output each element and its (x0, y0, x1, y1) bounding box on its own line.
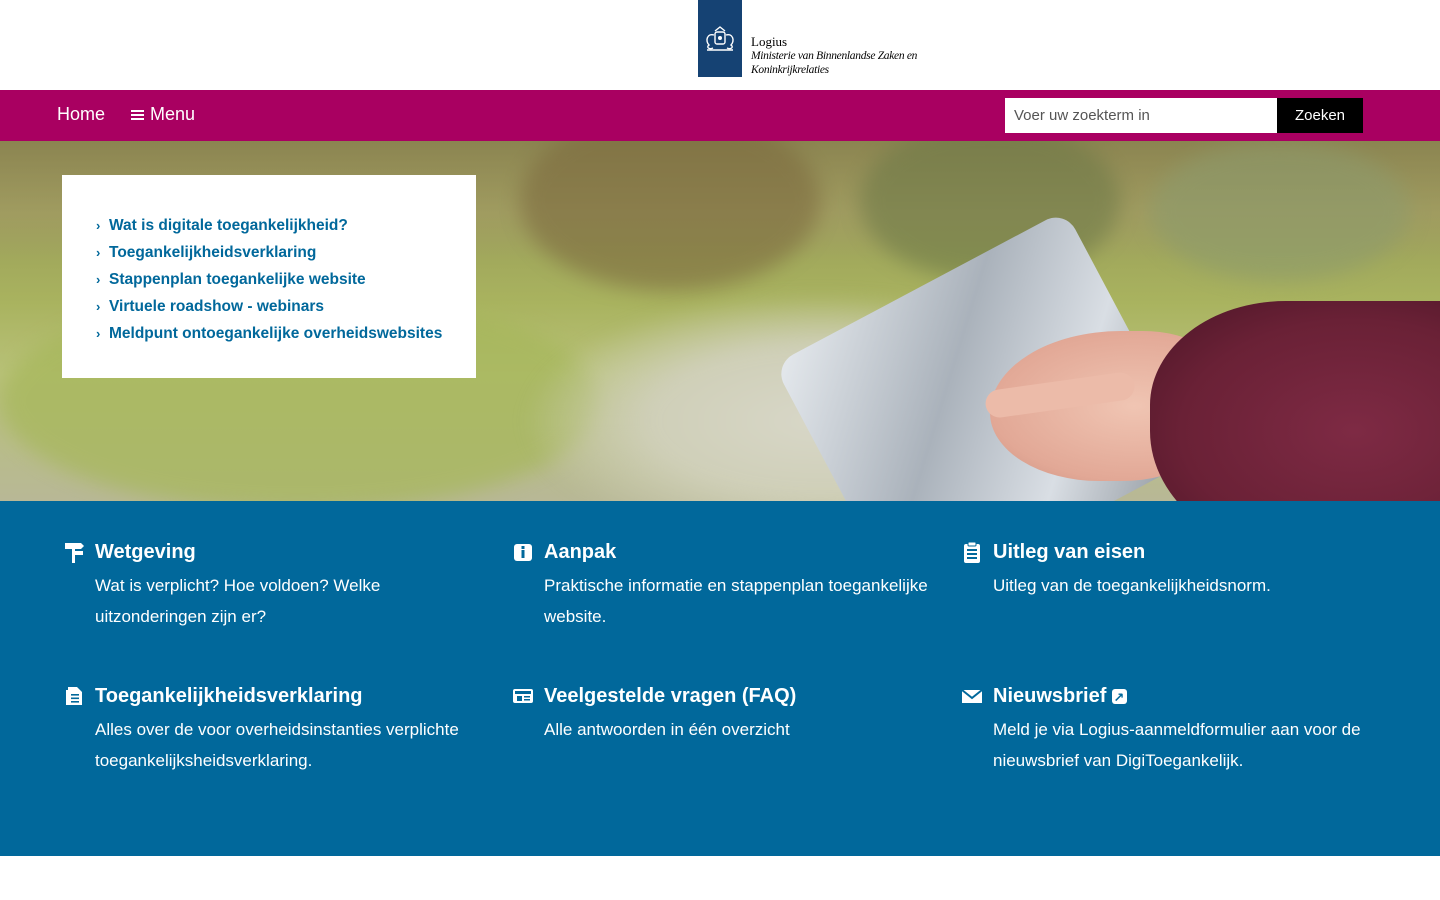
tile-title: Toegankelijkheidsverklaring (95, 685, 363, 707)
masthead: Logius Ministerie van Binnenlandse Zaken… (0, 0, 1440, 90)
clipboard-checklist-icon (964, 541, 980, 563)
quicklink[interactable]: Virtuele roadshow - webinars (109, 298, 324, 316)
tile-title: Aanpak (544, 541, 617, 563)
tile-text: Uitleg van de toegankelijkheidsnorm. (993, 576, 1271, 595)
quicklink[interactable]: Meldpunt ontoegankelijke overheidswebsit… (109, 325, 442, 343)
info-icon (514, 544, 532, 561)
quicklink-item: › Meldpunt ontoegankelijke overheidswebsi… (96, 320, 476, 347)
tile-title: Wetgeving (95, 541, 196, 563)
topics-section: Wetgeving Wat is verplicht? Hoe voldoen?… (0, 501, 1440, 856)
quicklink[interactable]: Stappenplan toegankelijke website (109, 271, 366, 289)
tile-text: Meld je via Logius-aanmeldformulier aan … (993, 720, 1361, 770)
document-icon (66, 687, 82, 705)
envelope-icon (961, 689, 983, 703)
ministry-name-line2: Koninkrijkrelaties (751, 64, 829, 76)
chevron-right-icon: › (96, 299, 101, 314)
quicklink[interactable]: Toegankelijkheidsverklaring (109, 244, 316, 262)
logo-text: Logius Ministerie van Binnenlandse Zaken… (751, 35, 917, 77)
tile-text: Alles over de voor overheidsinstanties v… (95, 720, 459, 770)
tile-text: Alle antwoorden in één overzicht (544, 720, 790, 739)
hamburger-icon (131, 108, 144, 122)
search-button[interactable]: Zoeken (1277, 98, 1363, 133)
menu-button[interactable]: Menu (131, 104, 195, 125)
quicklink[interactable]: Wat is digitale toegankelijkheid? (109, 217, 348, 235)
org-name: Logius (751, 34, 788, 49)
quicklink-item: › Wat is digitale toegankelijkheid? (96, 212, 476, 239)
chevron-right-icon: › (96, 218, 101, 233)
quicklink-item: › Virtuele roadshow - webinars (96, 293, 476, 320)
chevron-right-icon: › (96, 272, 101, 287)
quicklink-item: › Toegankelijkheidsverklaring (96, 239, 476, 266)
chevron-right-icon: › (96, 326, 101, 341)
newspaper-icon (513, 689, 533, 703)
nav-home-link[interactable]: Home (57, 104, 105, 125)
tile-title: Uitleg van eisen (993, 541, 1146, 563)
quicklinks-panel: › Wat is digitale toegankelijkheid? › Toeg… (62, 175, 476, 378)
tile-text: Praktische informatie en stappenplan toe… (544, 576, 928, 626)
quicklinks-list: › Wat is digitale toegankelijkheid? › Toeg… (96, 212, 476, 347)
coat-of-arms-icon (706, 25, 734, 51)
tile-title: Nieuwsbrief (993, 685, 1107, 707)
menu-label: Menu (150, 104, 196, 124)
tile-title-wrapper: Nieuwsbrief (993, 684, 1128, 710)
signpost-icon (65, 543, 84, 563)
quicklink-item: › Stappenplan toegankelijke website (96, 266, 476, 293)
chevron-right-icon: › (96, 245, 101, 260)
tile-text: Wat is verplicht? Hoe voldoen? Welke uit… (95, 576, 381, 626)
search-input[interactable] (1005, 98, 1277, 133)
tile-title: Veelgestelde vragen (FAQ) (544, 685, 797, 707)
ministry-name-line1: Ministerie van Binnenlandse Zaken en (751, 50, 918, 62)
external-link-icon (1112, 686, 1128, 710)
rijksoverheid-logo[interactable] (698, 0, 742, 77)
